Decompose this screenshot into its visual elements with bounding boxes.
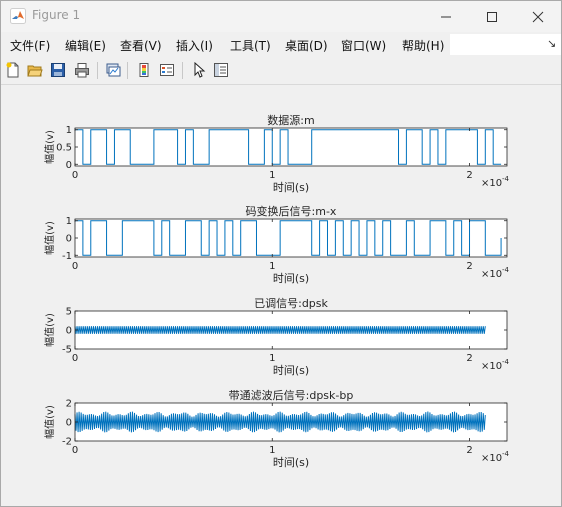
axes-title: 码变换后信号:m-x <box>246 204 337 218</box>
matlab-logo-icon <box>10 8 26 24</box>
x-tick-label: 0 <box>72 170 78 181</box>
x-tick-label: 2 <box>466 261 472 272</box>
close-button[interactable] <box>515 1 561 32</box>
menu-desktop[interactable]: 桌面(D) <box>285 37 328 54</box>
x-exponent-power: -4 <box>502 450 510 458</box>
menu-insert[interactable]: 插入(I) <box>176 37 213 54</box>
new-figure-icon[interactable] <box>4 61 22 79</box>
menu-file[interactable]: 文件(F) <box>10 37 50 54</box>
axes-3: 0 1 2-505已调信号:dpsk时间(s)幅值(v)×10 -4 <box>43 297 510 377</box>
x-axis-label: 时间(s) <box>273 272 309 285</box>
print-icon[interactable] <box>73 61 91 79</box>
x-tick-label: 1 <box>269 170 275 181</box>
x-tick-label: 2 <box>466 170 472 181</box>
window-title: Figure 1 <box>32 8 81 22</box>
maximize-button[interactable] <box>469 1 515 32</box>
axes-background <box>75 128 507 166</box>
property-inspector-icon[interactable] <box>212 61 230 79</box>
x-tick-label: 0 <box>72 261 78 272</box>
menu-view[interactable]: 查看(V) <box>120 37 162 54</box>
axes-title: 数据源:m <box>267 113 314 127</box>
menu-window[interactable]: 窗口(W) <box>341 37 386 54</box>
insert-legend-icon[interactable] <box>158 61 176 79</box>
figure-window: Figure 1 文件(F) 编辑(E) 查看(V) 插入(I) 工具(T) 桌… <box>0 0 562 507</box>
menu-edit[interactable]: 编辑(E) <box>65 37 106 54</box>
dock-arrow-icon[interactable]: ↘ <box>547 37 556 50</box>
x-tick-label: 0 <box>72 445 78 456</box>
y-tick-label: -1 <box>62 251 72 262</box>
toolbar-separator <box>97 62 98 79</box>
y-axis-label: 幅值(v) <box>43 405 56 439</box>
menu-help[interactable]: 帮助(H) <box>402 37 444 54</box>
x-tick-label: 1 <box>269 445 275 456</box>
axes-2: 0 1 2-101码变换后信号:m-x时间(s)幅值(v)×10 -4 <box>43 204 510 285</box>
y-tick-label: 0 <box>66 234 72 245</box>
x-tick-label: 1 <box>269 261 275 272</box>
axes-4: 0 1 2-202带通滤波后信号:dpsk-bp时间(s)幅值(v)×10 -4 <box>43 389 510 469</box>
y-tick-label: 0 <box>66 160 72 171</box>
menu-empty-area <box>450 34 561 55</box>
axes-1: 0 1 2 0 0.5 1 数据源:m 时间(s) 幅值(v) ×10 -4 <box>43 113 510 194</box>
x-tick-label: 2 <box>466 353 472 364</box>
x-tick-label: 0 <box>72 353 78 364</box>
toolbar-separator <box>182 62 183 79</box>
x-axis-label: 时间(s) <box>273 181 309 194</box>
x-exponent-label: ×10 <box>481 178 502 189</box>
y-tick-label: 5 <box>66 307 72 318</box>
y-axis-label: 幅值(v) <box>43 130 56 164</box>
x-exponent-power: -4 <box>502 266 510 274</box>
insert-colorbar-icon[interactable] <box>135 61 153 79</box>
minimize-button[interactable] <box>423 1 469 32</box>
x-exponent-label: ×10 <box>481 269 502 280</box>
y-tick-label: -5 <box>62 345 72 356</box>
y-tick-label: 2 <box>66 399 72 410</box>
link-plot-icon[interactable] <box>104 61 122 79</box>
save-icon[interactable] <box>49 61 67 79</box>
close-icon <box>532 11 544 22</box>
y-tick-label: 1 <box>66 125 72 136</box>
axes-title: 带通滤波后信号:dpsk-bp <box>229 389 354 402</box>
title-bar[interactable]: Figure 1 <box>1 1 561 32</box>
y-tick-label: 0.5 <box>56 143 72 154</box>
axes-title: 已调信号:dpsk <box>254 297 328 310</box>
toolbar-separator <box>127 62 128 79</box>
plots-svg: 0 1 200.51数据源:m时间(s)幅值(v)×10 -40 1 2-101码变换后信… <box>43 113 510 469</box>
x-exponent-label: ×10 <box>481 361 502 372</box>
maximize-icon <box>487 11 497 22</box>
x-axis-label: 时间(s) <box>273 364 309 377</box>
axes-background <box>75 219 507 257</box>
x-tick-label: 1 <box>269 353 275 364</box>
x-exponent-label: ×10 <box>481 453 502 464</box>
menu-tools[interactable]: 工具(T) <box>230 37 271 54</box>
y-tick-label: 1 <box>66 216 72 227</box>
y-axis-label: 幅值(v) <box>43 313 56 347</box>
toolbar <box>1 57 561 85</box>
x-exponent-power: -4 <box>502 358 510 366</box>
figure-canvas[interactable]: 0 1 2 0 0.5 1 数据源:m 时间(s) 幅值(v) ×10 -4 0 1 2 -1 0 1 码变换后信… <box>1 85 561 506</box>
y-tick-label: -2 <box>62 437 72 448</box>
x-exponent-power: -4 <box>502 175 510 183</box>
y-tick-label: 0 <box>66 326 72 337</box>
x-tick-label: 2 <box>466 445 472 456</box>
y-tick-label: 0 <box>66 418 72 429</box>
y-axis-label: 幅值(v) <box>43 221 56 255</box>
edit-plot-pointer-icon[interactable] <box>190 61 208 79</box>
x-axis-label: 时间(s) <box>273 456 309 469</box>
minimize-icon <box>441 16 451 17</box>
open-file-icon[interactable] <box>26 61 44 79</box>
